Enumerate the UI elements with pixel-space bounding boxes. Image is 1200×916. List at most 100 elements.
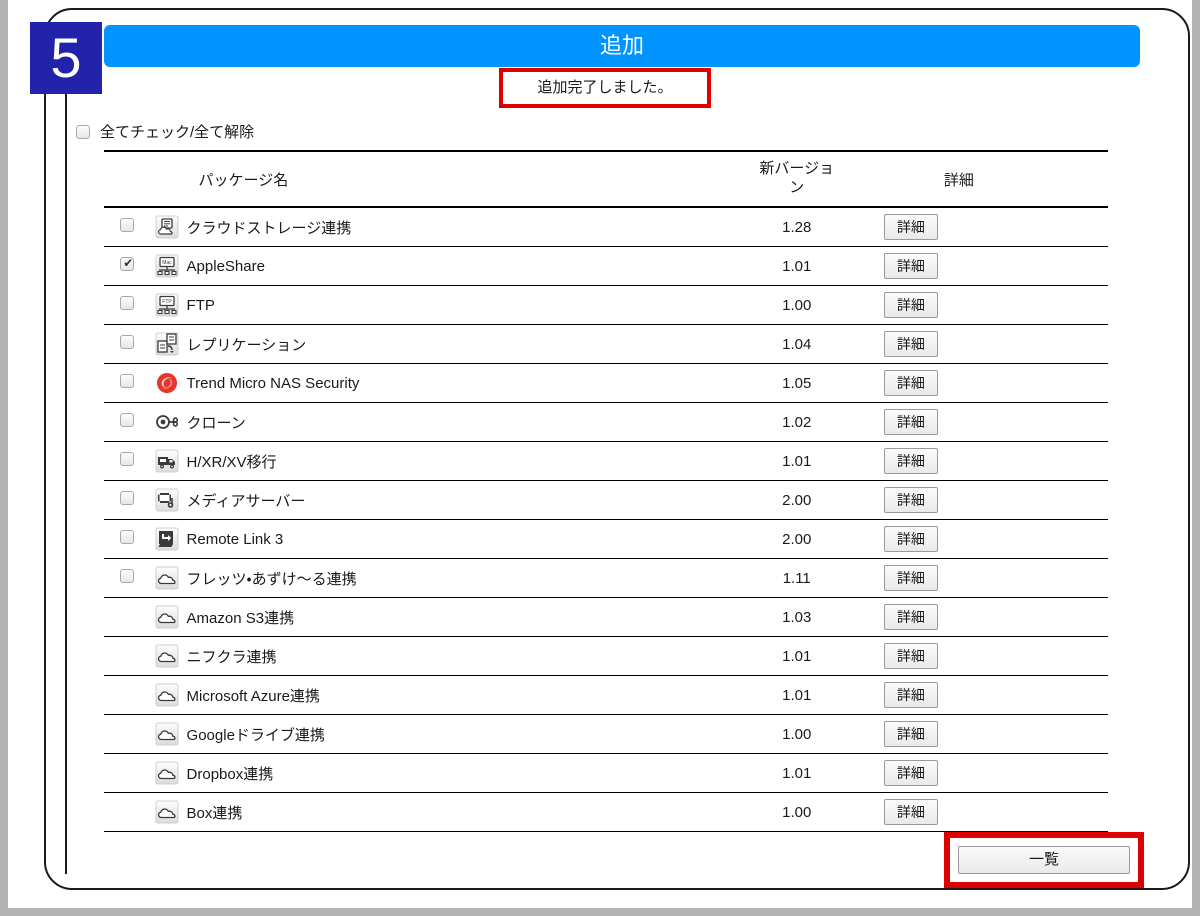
table-row: Amazon S3連携 1.03 詳細 [104,597,1108,637]
row-checkbox-cell[interactable] [104,558,151,598]
row-checkbox-cell[interactable] [104,246,151,286]
row-checkbox-cell[interactable] [104,402,151,442]
migration-truck-icon [155,449,179,473]
table-header-row: パッケージ名 新バージョ ン 詳細 [104,150,1108,208]
row-checkbox-cell[interactable] [104,285,151,325]
detail-button[interactable]: 詳細 [883,448,938,474]
package-name-label: Box連携 [186,804,243,822]
package-table-body: クラウドストレージ連携1.28詳細MacAppleShare1.01詳細FTPF… [104,207,1108,832]
list-button[interactable]: 一覧 [958,846,1130,874]
cloud-icon [155,800,179,824]
row-checkbox[interactable] [120,218,135,232]
cloud-icon [155,644,179,668]
package-name-cell: Dropbox連携 [150,753,714,793]
table-row: H/XR/XV移行 1.01 詳細 [104,441,1108,481]
package-detail-cell: 詳細 [879,636,1108,676]
package-detail-cell: 詳細 [879,675,1108,715]
row-checkbox[interactable] [120,491,135,505]
row-checkbox[interactable] [120,413,135,427]
row-checkbox[interactable] [120,530,135,544]
detail-button[interactable]: 詳細 [883,604,938,630]
table-row: Remote Link 3 2.00 詳細 [104,519,1108,559]
package-detail-cell: 詳細 [879,324,1108,364]
detail-button[interactable]: 詳細 [883,565,938,591]
replication-icon [155,332,179,356]
detail-button[interactable]: 詳細 [883,370,938,396]
package-name-cell: Trend Micro NAS Security [150,363,714,403]
detail-button[interactable]: 詳細 [883,214,938,240]
package-name-cell: H/XR/XV移行 [150,441,714,481]
detail-button[interactable]: 詳細 [883,331,938,357]
table-row: FTP FTP 1.00 詳細 [104,285,1108,325]
media-server-icon [155,488,179,512]
detail-button[interactable]: 詳細 [883,643,938,669]
row-checkbox[interactable] [120,335,135,349]
cloud-icon [155,761,179,785]
package-name-cell: ニフクラ連携 [150,636,714,676]
detail-button[interactable]: 詳細 [883,682,938,708]
package-table-head: パッケージ名 新バージョ ン 詳細 [104,150,1108,208]
detail-button[interactable]: 詳細 [883,409,938,435]
package-detail-cell: 詳細 [879,285,1108,325]
select-all-row[interactable]: 全てチェック/全て解除 [76,121,254,142]
table-row: Dropbox連携 1.01 詳細 [104,753,1108,793]
table-row: Googleドライブ連携 1.00 詳細 [104,714,1108,754]
package-name-label: Amazon S3連携 [186,609,295,627]
detail-button[interactable]: 詳細 [883,721,938,747]
table-row: Mac AppleShare 1.01詳細 [104,246,1108,286]
table-row: クローン 1.02 詳細 [104,402,1108,442]
package-name-cell: Box連携 [150,792,714,832]
trend-micro-icon [155,371,179,395]
detail-button[interactable]: 詳細 [883,526,938,552]
package-name-cell: Googleドライブ連携 [150,714,714,754]
package-name-label: クローン [186,414,246,432]
remote-link-icon [155,527,179,551]
row-checkbox-cell[interactable] [104,441,151,481]
package-name-cell: Microsoft Azure連携 [150,675,714,715]
package-version-cell: 1.00 [713,285,880,325]
row-checkbox-cell[interactable] [104,363,151,403]
detail-button[interactable]: 詳細 [883,292,938,318]
package-detail-cell: 詳細 [879,207,1108,247]
row-checkbox-cell[interactable] [104,519,151,559]
package-name-cell: メディアサーバー [150,480,714,520]
detail-button[interactable]: 詳細 [883,760,938,786]
table-row: Microsoft Azure連携 1.01 詳細 [104,675,1108,715]
package-name-cell: レプリケーション [150,324,714,364]
table-row: Trend Micro NAS Security 1.05 詳細 [104,363,1108,403]
row-checkbox[interactable] [120,569,135,583]
row-checkbox[interactable] [120,254,135,272]
header-package-name: パッケージ名 [150,150,714,208]
detail-button[interactable]: 詳細 [883,799,938,825]
row-checkbox-cell[interactable] [104,480,151,520]
row-checkbox[interactable] [120,452,135,466]
table-row: Box連携 1.00 詳細 [104,792,1108,832]
package-name-cell: Mac AppleShare [150,246,714,286]
row-checkbox[interactable] [120,296,135,310]
cloud-storage-icon [155,215,179,239]
package-version-cell: 1.01 [713,636,880,676]
package-name-label: フレッツ・あずけ〜る連携 [186,570,357,588]
package-version-cell: 1.00 [713,714,880,754]
package-name-cell: クローン [150,402,714,442]
row-checkbox-cell [104,597,151,637]
detail-button[interactable]: 詳細 [883,487,938,513]
package-detail-cell: 詳細 [879,597,1108,637]
package-version-cell: 1.01 [713,675,880,715]
row-checkbox-cell[interactable] [104,207,151,247]
package-detail-cell: 詳細 [879,558,1108,598]
row-checkbox-cell [104,675,151,715]
row-checkbox-cell[interactable] [104,324,151,364]
select-all-checkbox[interactable] [76,124,90,139]
package-version-cell: 1.28 [713,207,880,247]
package-version-cell: 2.00 [713,519,880,559]
row-checkbox[interactable] [120,374,135,388]
package-version-cell: 1.01 [713,753,880,793]
package-detail-cell: 詳細 [879,363,1108,403]
page-background: 5 追加 追加完了しました。 全てチェック/全て解除 パッケージ名 新バージョ … [8,0,1192,908]
package-name-label: Dropbox連携 [186,765,274,783]
table-row: レプリケーション 1.04 詳細 [104,324,1108,364]
detail-button[interactable]: 詳細 [883,253,938,279]
row-checkbox-cell [104,753,151,793]
step-number-badge: 5 [30,22,102,94]
